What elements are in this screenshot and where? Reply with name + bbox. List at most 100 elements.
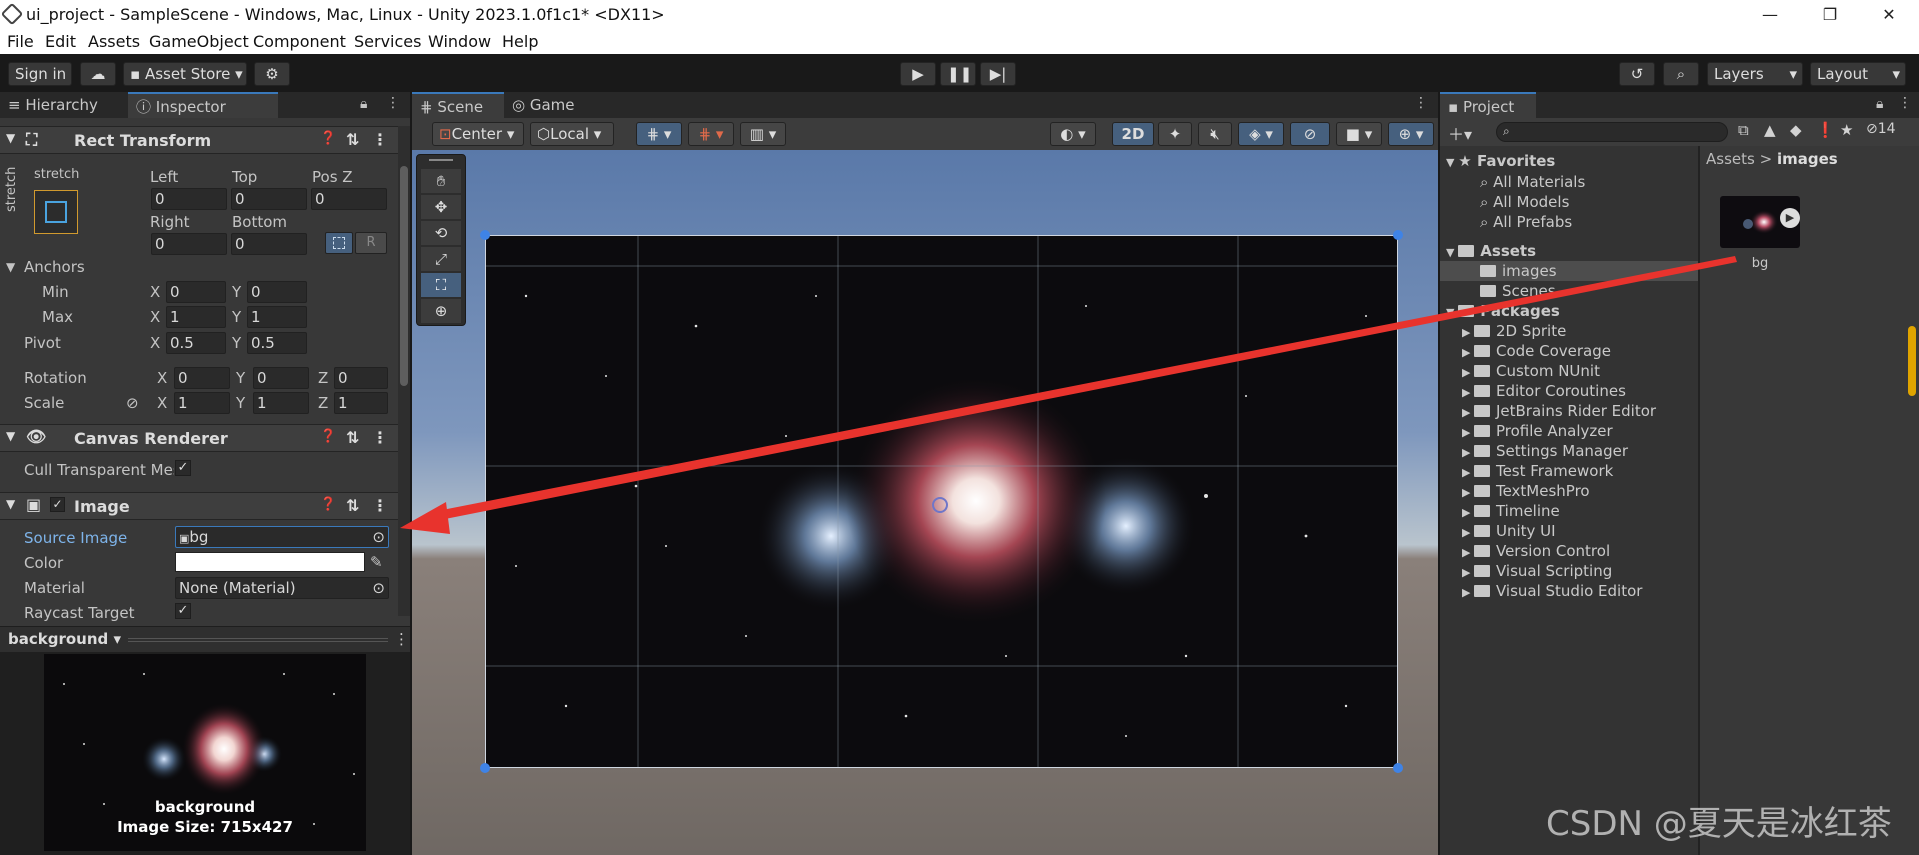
cloud-button[interactable]: ☁ <box>80 62 116 86</box>
label-filter-icon[interactable]: ◆ <box>1790 121 1802 139</box>
play-button[interactable]: ▶ <box>900 62 936 86</box>
create-dropdown[interactable]: ＋▾ <box>1448 121 1472 145</box>
anchor-min-x-field[interactable]: 0 <box>166 281 226 303</box>
toggle-2d-button[interactable]: 2D <box>1112 122 1154 146</box>
menu-help[interactable]: Help <box>502 32 538 51</box>
package-item[interactable]: ▶ TextMeshPro <box>1462 482 1590 500</box>
package-item[interactable]: ▶ Profile Analyzer <box>1462 422 1613 440</box>
package-item[interactable]: ▶ Timeline <box>1462 502 1560 520</box>
lock-icon[interactable]: 🔒︎ <box>1876 96 1883 112</box>
search-by-type-icon[interactable]: ⧉ <box>1738 121 1749 139</box>
rotation-y-field[interactable]: 0 <box>253 367 309 389</box>
anchors-fold-icon[interactable]: ▼ <box>6 260 15 274</box>
hand-tool-button[interactable]: ✋︎ <box>421 169 461 193</box>
preset-icon[interactable]: ⇅ <box>346 428 359 447</box>
component-menu-icon[interactable]: ⋮ <box>372 428 388 447</box>
pivot-y-field[interactable]: 0.5 <box>247 332 307 354</box>
gizmos-dropdown[interactable]: ⊕ ▾ <box>1388 122 1434 146</box>
grid-visibility-toggle[interactable]: ▥ ▾ <box>740 122 786 146</box>
package-item[interactable]: ▶ Settings Manager <box>1462 442 1628 460</box>
constrain-proportions-icon[interactable]: ⊘ <box>126 394 139 412</box>
scene-background-image[interactable] <box>485 235 1398 768</box>
favorite-item[interactable]: ⌕ All Materials <box>1480 173 1585 191</box>
rect-handle-top-left[interactable] <box>480 230 490 240</box>
source-image-field[interactable]: ▣bg ⊙ <box>175 526 389 548</box>
material-field[interactable]: None (Material) ⊙ <box>175 577 389 599</box>
project-search-input[interactable]: ⌕ <box>1496 122 1728 142</box>
warning-filter-icon[interactable]: ❗ <box>1816 121 1835 139</box>
assets-folder-item[interactable]: images <box>1480 262 1557 280</box>
left-field[interactable]: 0 <box>151 188 227 210</box>
rect-transform-header[interactable]: ▼ ⛶ Rect Transform ❓ ⇅ ⋮ <box>0 126 398 154</box>
scrollbar-thumb[interactable] <box>400 166 408 386</box>
rotation-z-field[interactable]: 0 <box>334 367 388 389</box>
tab-game[interactable]: ◎ Game <box>504 92 584 118</box>
tab-hierarchy[interactable]: ≡ Hierarchy <box>0 92 128 118</box>
help-icon[interactable]: ❓ <box>320 429 336 444</box>
assets-folder-item[interactable]: Scenes <box>1480 282 1556 300</box>
package-item[interactable]: ▶ Version Control <box>1462 542 1610 560</box>
menu-edit[interactable]: Edit <box>45 32 76 51</box>
menu-services[interactable]: Services <box>354 32 421 51</box>
scale-y-field[interactable]: 1 <box>253 392 309 414</box>
cull-transparent-checkbox[interactable]: ✓ <box>175 460 191 476</box>
rect-handle-bottom-left[interactable] <box>480 763 490 773</box>
scale-tool-button[interactable]: ⤢ <box>421 247 461 271</box>
pivot-x-field[interactable]: 0.5 <box>166 332 226 354</box>
packages-node[interactable]: ▼ Packages <box>1446 302 1560 320</box>
preview-dropdown[interactable]: background ▾ <box>8 630 121 648</box>
package-item[interactable]: ▶ Custom NUnit <box>1462 362 1600 380</box>
rect-tool-button[interactable]: ⛶ <box>421 273 461 297</box>
breadcrumb-root[interactable]: Assets <box>1706 150 1755 168</box>
package-item[interactable]: ▶ Test Framework <box>1462 462 1613 480</box>
more-menu-icon[interactable]: ⋮ <box>394 630 409 648</box>
menu-window[interactable]: Window <box>428 32 491 51</box>
layers-dropdown[interactable]: Layers ▾ <box>1707 62 1803 86</box>
scale-x-field[interactable]: 1 <box>174 392 230 414</box>
hidden-packages-toggle[interactable]: ⊘14 <box>1866 121 1896 137</box>
object-picker-icon[interactable]: ⊙ <box>372 527 385 547</box>
transform-tool-button[interactable]: ⊕ <box>421 299 461 323</box>
layout-dropdown[interactable]: Layout ▾ <box>1810 62 1906 86</box>
scale-z-field[interactable]: 1 <box>334 392 388 414</box>
grid-snap-toggle[interactable]: ⋕ ▾ <box>636 122 682 146</box>
preview-resize-handle[interactable] <box>128 638 388 642</box>
audio-toggle[interactable]: 🔇︎ <box>1198 122 1232 146</box>
project-scrollbar-thumb[interactable] <box>1908 326 1916 396</box>
component-menu-icon[interactable]: ⋮ <box>372 130 388 149</box>
maximize-button[interactable]: ❐ <box>1810 2 1850 28</box>
move-tool-button[interactable]: ✥ <box>421 195 461 219</box>
asset-store-button[interactable]: ▪ Asset Store ▾ <box>123 62 247 86</box>
sign-in-button[interactable]: Sign in <box>8 62 72 86</box>
minimize-button[interactable]: — <box>1750 2 1790 28</box>
tab-scene[interactable]: ⋕ Scene <box>412 92 504 118</box>
favorite-star-icon[interactable]: ★ <box>1840 121 1853 139</box>
rect-handle-top-right[interactable] <box>1393 230 1403 240</box>
scene-visibility-toggle[interactable]: ⊘ <box>1290 122 1330 146</box>
raw-edit-button[interactable]: R <box>355 232 387 254</box>
blueprint-mode-button[interactable] <box>325 232 353 254</box>
right-field[interactable]: 0 <box>151 233 227 255</box>
help-icon[interactable]: ❓ <box>320 131 336 146</box>
color-swatch[interactable] <box>175 552 365 572</box>
package-manager-button[interactable]: ⚙ <box>254 62 290 86</box>
camera-dropdown[interactable]: ■ ▾ <box>1336 122 1382 146</box>
image-enabled-checkbox[interactable]: ✓ <box>50 497 65 512</box>
inspector-scrollbar[interactable] <box>398 126 410 616</box>
more-menu-icon[interactable]: ⋮ <box>1898 95 1912 111</box>
close-button[interactable]: ✕ <box>1869 2 1909 28</box>
step-button[interactable]: ▶| <box>980 62 1016 86</box>
rotate-tool-button[interactable]: ⟲ <box>421 221 461 245</box>
draw-mode-dropdown[interactable]: ◐ ▾ <box>1050 122 1096 146</box>
package-item[interactable]: ▶ Visual Studio Editor <box>1462 582 1642 600</box>
raycast-target-checkbox[interactable]: ✓ <box>175 603 191 619</box>
search-button[interactable]: ⌕ <box>1663 62 1699 86</box>
eyedropper-icon[interactable]: ✎ <box>370 553 383 571</box>
help-icon[interactable]: ❓ <box>320 497 336 512</box>
favorites-node[interactable]: ▼ ★ Favorites <box>1446 152 1555 170</box>
package-item[interactable]: ▶ Unity UI <box>1462 522 1556 540</box>
package-item[interactable]: ▶ Code Coverage <box>1462 342 1611 360</box>
menu-assets[interactable]: Assets <box>88 32 140 51</box>
menu-component[interactable]: Component <box>253 32 346 51</box>
pause-button[interactable]: ❚❚ <box>940 62 976 86</box>
